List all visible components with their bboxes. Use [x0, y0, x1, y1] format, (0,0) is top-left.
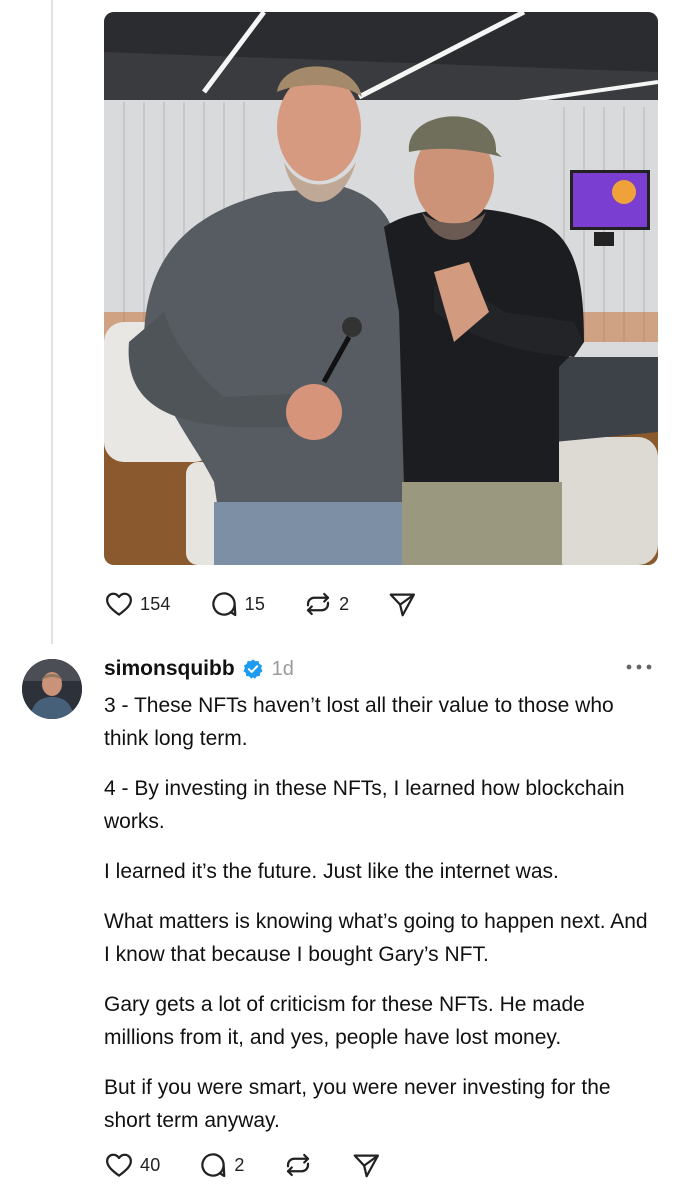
more-options-icon[interactable]: [625, 660, 653, 674]
like-button[interactable]: 40: [104, 1150, 160, 1180]
repost-icon: [306, 592, 330, 616]
post-body: 3 - These NFTs haven’t lost all their va…: [104, 689, 649, 1154]
post-paragraph: I learned it’s the future. Just like the…: [104, 860, 559, 883]
share-button[interactable]: [351, 1150, 381, 1180]
avatar[interactable]: [22, 659, 82, 719]
repost-button[interactable]: [283, 1150, 313, 1180]
heart-icon: [106, 1153, 132, 1177]
repost-button[interactable]: 2: [303, 589, 349, 619]
like-count: 154: [140, 593, 171, 614]
comment-icon: [211, 592, 237, 617]
post-paragraph: Gary gets a lot of criticism for these N…: [104, 993, 585, 1049]
post-time: 1d: [271, 657, 294, 680]
share-button[interactable]: [387, 589, 417, 619]
repost-icon: [286, 1153, 309, 1177]
username[interactable]: simonsquibb: [104, 657, 235, 681]
like-count: 40: [140, 1154, 161, 1175]
send-icon: [389, 593, 416, 617]
post-header: simonsquibb 1d: [104, 654, 294, 684]
heart-icon: [106, 592, 132, 616]
post1-actions: 154 15 2: [104, 589, 455, 619]
photo-illustration: [104, 12, 658, 565]
verified-badge-icon: [243, 659, 263, 679]
reply-button[interactable]: 2: [198, 1150, 244, 1180]
reply-count: 2: [234, 1154, 245, 1175]
reply-count: 15: [244, 593, 266, 614]
avatar-image: [22, 659, 82, 719]
repost-count: 2: [339, 593, 350, 614]
post-paragraph: 4 - By investing in these NFTs, I learne…: [104, 777, 625, 833]
comment-icon: [201, 1153, 226, 1178]
post-paragraph: 3 - These NFTs haven’t lost all their va…: [104, 694, 614, 750]
send-icon: [353, 1154, 379, 1178]
post-paragraph: But if you were smart, you were never in…: [104, 1076, 611, 1132]
like-button[interactable]: 154: [104, 589, 171, 619]
thread-line: [51, 0, 53, 644]
post-image[interactable]: [104, 12, 658, 565]
post2-actions: 40 2: [104, 1150, 419, 1180]
reply-button[interactable]: 15: [209, 589, 265, 619]
post-paragraph: What matters is knowing what’s going to …: [104, 910, 648, 966]
